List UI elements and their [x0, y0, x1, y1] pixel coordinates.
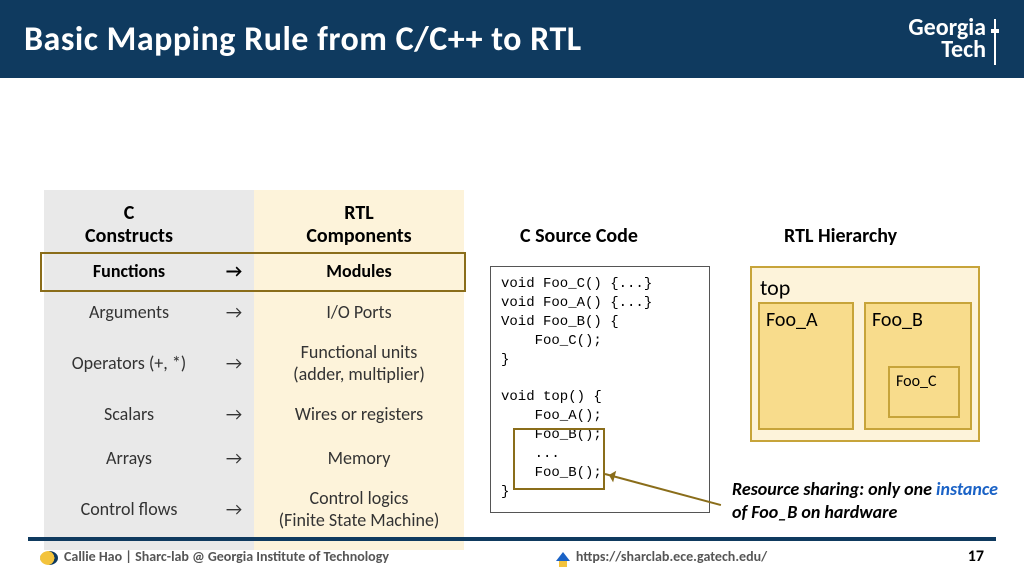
slide-footer: Callie Hao | Sharc-lab @ Georgia Institu…	[0, 537, 1024, 576]
page-number: 17	[934, 547, 984, 566]
cell-rtl: Memory	[258, 436, 460, 480]
column-c-constructs: C Constructs Functions Arguments Operato…	[44, 190, 214, 550]
footer-author: Callie Hao | Sharc-lab @ Georgia Institu…	[40, 548, 389, 565]
code-line: void Foo_C() {...}	[501, 276, 652, 292]
cell-c: Operators (+, *)	[48, 334, 210, 392]
arrow-icon: →	[214, 480, 254, 538]
footer-author-text: Callie Hao | Sharc-lab @ Georgia Institu…	[64, 548, 389, 565]
cell-rtl: Modules	[258, 252, 460, 290]
module-foo-a: Foo_A	[758, 302, 854, 430]
source-code-title: C Source Code	[520, 224, 638, 248]
column-arrows: → → → → → →	[214, 190, 254, 550]
code-line: Foo_A();	[501, 408, 602, 424]
arrow-icon: →	[214, 290, 254, 334]
caption-instance: instance	[936, 478, 998, 500]
slide-title: Basic Mapping Rule from C/C++ to RTL	[24, 19, 582, 60]
rtl-hierarchy-title: RTL Hierarchy	[784, 224, 897, 248]
arrow-icon: →	[214, 392, 254, 436]
code-line: }	[501, 484, 509, 500]
footer-url-text: https://sharclab.ece.gatech.edu/	[576, 548, 767, 565]
code-line: Void Foo_B() {	[501, 314, 619, 330]
logo-line-2: Tech	[908, 39, 986, 61]
cell-rtl: Functional units (adder, multiplier)	[258, 334, 460, 392]
cell-rtl: Control logics (Finite State Machine)	[258, 480, 460, 538]
cell-rtl: I/O Ports	[258, 290, 460, 334]
module-foo-c: Foo_C	[888, 366, 960, 418]
slide: Basic Mapping Rule from C/C++ to RTL Geo…	[0, 0, 1024, 576]
footer-url: https://sharclab.ece.gatech.edu/	[389, 548, 934, 566]
module-top: top	[760, 274, 970, 301]
slide-header: Basic Mapping Rule from C/C++ to RTL Geo…	[0, 0, 1024, 78]
buzz-icon	[40, 551, 58, 565]
arrow-icon: →	[214, 436, 254, 480]
cell-c: Control flows	[48, 480, 210, 538]
tech-tower-icon	[990, 19, 1000, 65]
arrow-icon: →	[214, 334, 254, 392]
cell-c: Arguments	[48, 290, 210, 334]
code-line: void Foo_A() {...}	[501, 295, 652, 311]
code-line: }	[501, 352, 509, 368]
cell-rtl: Wires or registers	[258, 392, 460, 436]
column-header-c: C Constructs	[48, 198, 210, 252]
georgia-tech-logo: Georgia Tech	[908, 17, 1000, 60]
caption-text: Resource sharing: only one	[732, 478, 936, 500]
column-header-arrow	[214, 198, 254, 252]
highlight-foo-b-calls	[513, 428, 605, 490]
arrow-icon: →	[214, 252, 254, 290]
column-header-rtl: RTL Components	[258, 198, 460, 252]
resource-sharing-caption: Resource sharing: only one instance of F…	[732, 478, 1012, 523]
home-icon	[556, 545, 570, 561]
cell-c: Arrays	[48, 436, 210, 480]
cell-c: Scalars	[48, 392, 210, 436]
code-line: Foo_C();	[501, 333, 602, 349]
code-line: void top() {	[501, 389, 602, 405]
cell-c: Functions	[48, 252, 210, 290]
caption-text: of Foo_B on hardware	[732, 501, 897, 523]
slide-body: C Constructs Functions Arguments Operato…	[0, 78, 1024, 576]
column-rtl-components: RTL Components Modules I/O Ports Functio…	[254, 190, 464, 550]
